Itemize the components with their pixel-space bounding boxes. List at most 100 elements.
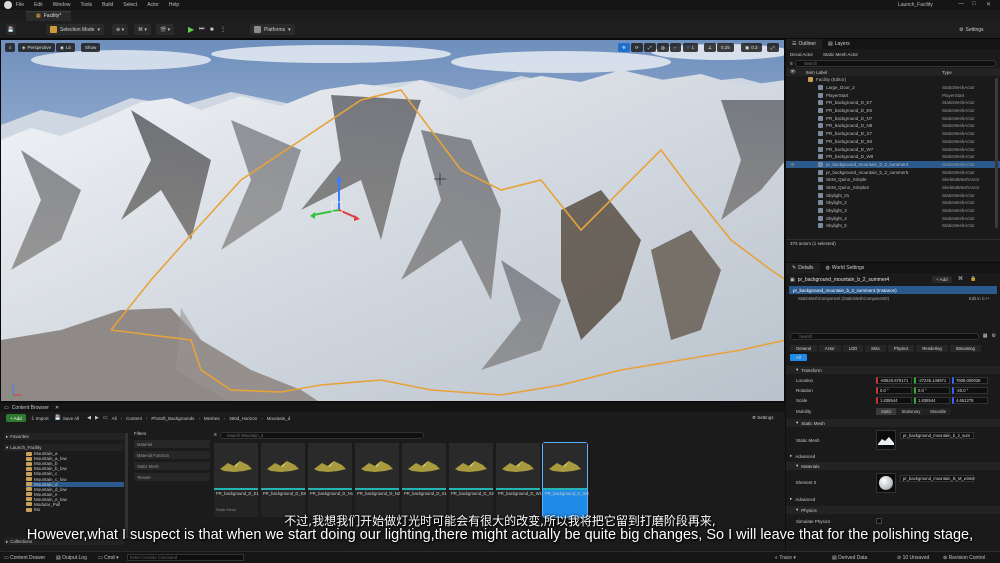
cb-save-all-button[interactable]: Save All (63, 416, 79, 421)
favorites-header[interactable]: ▸ Favorites (4, 433, 124, 440)
outliner-row[interactable]: Skylight_4 StaticMeshActor (786, 214, 1000, 222)
filter-tab-misc[interactable]: Misc (865, 345, 886, 352)
close-icon[interactable]: ✕ (986, 1, 991, 8)
breadcrumb-item[interactable]: 360d_Horizon (229, 416, 257, 421)
rotation-y-field[interactable]: 0.0 ° (914, 387, 950, 394)
tab-facility[interactable]: ▦ Facility* (26, 10, 72, 21)
static-mesh-thumbnail[interactable] (876, 430, 896, 450)
decal-actor-button[interactable]: Decal Actor (790, 52, 813, 57)
mobility-static[interactable]: Static (876, 408, 897, 415)
location-y-field[interactable]: -37245.148971 (914, 377, 950, 384)
outliner-row[interactable]: SKM_Quinn_Simple SkeletalMeshActor (786, 176, 1000, 184)
static-mesh-picker[interactable]: pr_background_mountain_b_2_sum (900, 432, 974, 439)
filter-item[interactable]: Material (134, 440, 210, 448)
filter-tab-physics[interactable]: Physics (887, 345, 915, 352)
menu-actor[interactable]: Actor (147, 2, 159, 8)
platforms-button[interactable]: Platforms ▾ (250, 24, 295, 35)
asset-tile[interactable]: PR_background_D_E1 Static Mesh (214, 443, 259, 517)
outliner-row[interactable]: PR_background_D_E7 StaticMeshActor (786, 99, 1000, 107)
outliner-row[interactable]: Skylight_3 StaticMeshActor (786, 207, 1000, 215)
angle-snap-icon[interactable]: ∠ (704, 43, 717, 52)
scale-snap-button[interactable]: 0.25 (717, 43, 734, 52)
visibility-icon[interactable]: 👁 (790, 162, 795, 167)
filter-tab-streaming[interactable]: Streaming (949, 345, 981, 352)
filter-tab-all[interactable]: All (790, 354, 807, 361)
filter-icon[interactable]: ≡ (214, 432, 217, 438)
camera-speed-button[interactable]: ▣ 0.3 (741, 43, 762, 52)
outliner-search-input[interactable]: Search (794, 60, 996, 67)
grid-snap-button[interactable]: # 1 (683, 43, 699, 52)
cb-import-button[interactable]: Import (36, 416, 49, 421)
project-header[interactable]: ▾ Launch_Facility (4, 444, 124, 451)
unsaved-button[interactable]: ⊘ 10 Unsaved (897, 555, 929, 561)
cb-search-input[interactable]: Search Mountain_d (219, 431, 424, 439)
mobility-movable[interactable]: Movable (925, 408, 952, 415)
revision-control-button[interactable]: ⊕ Revision Control (943, 555, 985, 561)
material-picker[interactable]: pr_background_mountain_B_M_winter (900, 475, 975, 482)
world-local-icon[interactable]: ◍ (657, 43, 669, 52)
asset-tile[interactable]: PR_background_D_S1 (402, 443, 447, 517)
filter-item[interactable]: Material Function (134, 451, 210, 459)
derived-data-button[interactable]: ▤ Derived Data (832, 555, 867, 561)
property-matrix-icon[interactable]: ▦ (983, 333, 988, 339)
outliner-row[interactable]: PR_background_D_S7 StaticMeshActor (786, 130, 1000, 138)
lock-icon[interactable]: 🔒 (970, 276, 976, 282)
maximize-viewport-icon[interactable]: ⤢ (767, 43, 779, 52)
trace-button[interactable]: ◐ Trace ▾ (775, 555, 796, 561)
section-materials[interactable]: ▾ Materials (786, 462, 1000, 470)
advanced-row-2[interactable]: ▸ Advanced (790, 496, 815, 502)
tab-layers[interactable]: ▤ Layers (822, 39, 856, 49)
blueprint-button[interactable]: ⌘ ▾ (134, 24, 151, 35)
mobility-stationary[interactable]: Stationary (896, 408, 926, 415)
asset-tile[interactable]: PR_background_D_N1 (308, 443, 353, 517)
asset-tile[interactable]: PR_background_D_W1 (496, 443, 542, 517)
console-input[interactable]: Enter Console Command (127, 554, 244, 561)
outliner-row[interactable]: PR_background_D_E8 StaticMeshActor (786, 107, 1000, 115)
close-tab-icon[interactable]: ✕ (55, 405, 59, 411)
add-component-button[interactable]: + Add (932, 276, 952, 283)
outliner-row[interactable]: PlayerStart PlayerStart (786, 91, 1000, 99)
output-log-button[interactable]: ▤ Output Log (56, 555, 87, 561)
filter-tab-lod[interactable]: LOD (842, 345, 864, 352)
minimize-icon[interactable]: — (958, 1, 964, 7)
outliner-row[interactable]: Skylight_01 StaticMeshActor (786, 191, 1000, 199)
outliner-row[interactable]: pr_background_mountain_b_2_summer5 Static… (786, 168, 1000, 176)
cb-add-button[interactable]: + Add (6, 414, 26, 422)
surface-snap-icon[interactable]: ⌐ (670, 43, 681, 52)
outliner-row[interactable]: PR_background_D_W8 StaticMeshActor (786, 153, 1000, 161)
show-button[interactable]: Show (81, 43, 101, 52)
breadcrumb-item[interactable]: Photoft_Backgrounds (151, 416, 194, 421)
outliner-row[interactable]: Facility (Editor) (786, 76, 1000, 84)
content-drawer-button[interactable]: ▭ Content Drawer (4, 555, 45, 561)
breadcrumb-item[interactable]: Meshes (204, 416, 220, 421)
breadcrumb-item[interactable]: All (112, 416, 117, 421)
breadcrumb-item[interactable]: Content (126, 416, 142, 421)
filter-tab-actor[interactable]: Actor (818, 345, 841, 352)
component-instance-row[interactable]: pr_background_mountain_b_2_summer4 (Inst… (789, 286, 997, 294)
menu-help[interactable]: Help (169, 2, 179, 8)
menu-select[interactable]: Select (123, 2, 137, 8)
rotation-z-field[interactable]: -20.0 ° (952, 387, 988, 394)
static-mesh-actor-button[interactable]: Static Mesh Actor (823, 52, 858, 57)
scale-label[interactable]: Scale (796, 398, 807, 403)
selection-mode-button[interactable]: Selection Mode ▾ (46, 24, 104, 35)
menu-file[interactable]: File (16, 2, 24, 8)
outliner-row[interactable]: PR_background_D_N8 StaticMeshActor (786, 122, 1000, 130)
menu-tools[interactable]: Tools (80, 2, 92, 8)
asset-tile[interactable]: PR_background_D_E8 (261, 443, 306, 517)
add-filter-icon[interactable]: ≡ (790, 61, 793, 67)
content-browser-tab[interactable]: ▭ Content Browser ✕ (0, 403, 785, 412)
outliner-row[interactable]: PR_background_D_W7 StaticMeshActor (786, 145, 1000, 153)
filter-tab-general[interactable]: General (790, 345, 817, 352)
cb-settings-button[interactable]: ⚙ Settings (752, 415, 774, 421)
location-label[interactable]: Location (796, 378, 813, 383)
blueprint-icon[interactable]: ⌘ (958, 276, 963, 282)
section-transform[interactable]: ▾ Transform (786, 366, 1000, 374)
edit-cpp-link[interactable]: Edit in C++ (969, 296, 990, 301)
translate-mode-icon[interactable]: ✥ (618, 43, 630, 52)
outliner-row[interactable]: PR_background_D_S8 StaticMeshActor (786, 138, 1000, 146)
tab-world-settings[interactable]: ◍ World Settings (820, 263, 871, 273)
maximize-icon[interactable]: □ (972, 1, 976, 7)
actor-name-field[interactable]: pr_background_mountain_b_2_summer4 (798, 277, 889, 283)
viewport-menu-icon[interactable]: ≡ (5, 43, 15, 52)
